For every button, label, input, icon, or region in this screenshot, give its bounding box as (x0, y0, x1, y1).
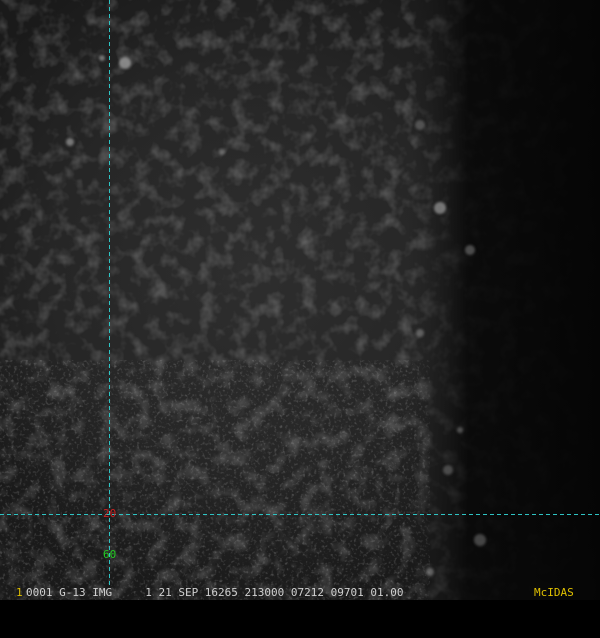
satellite-image (0, 0, 600, 600)
image-metadata-text: 0001 G-13 IMG 1 21 SEP 16265 213000 0721… (26, 586, 404, 599)
frame-number: 1 (16, 586, 23, 599)
mcidas-brand: McIDAS (534, 586, 574, 599)
clear-sky-region (0, 0, 600, 600)
longitude-label: 60 (103, 548, 117, 561)
latitude-label: 20 (103, 507, 117, 520)
status-bar: 1 0001 G-13 IMG 1 21 SEP 16265 213000 07… (0, 586, 600, 600)
